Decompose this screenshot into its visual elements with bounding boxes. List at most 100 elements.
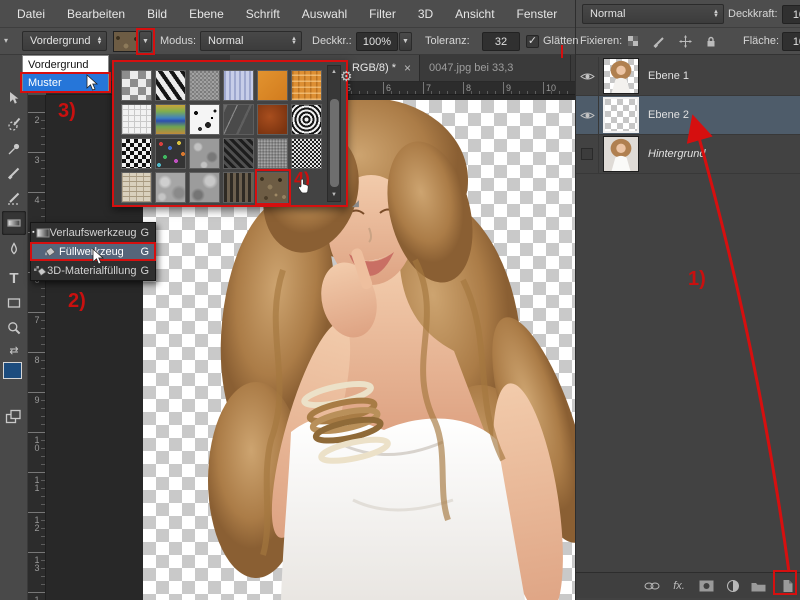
pattern-picker-arrow-button[interactable]: ▼ <box>139 31 152 52</box>
flyout-item-3d-materialfuellung[interactable]: 3D-Materialfüllung G <box>31 261 155 280</box>
layer-name[interactable]: Hintergrund <box>648 148 705 160</box>
menu-bild[interactable]: Bild <box>136 7 178 21</box>
scroll-down-icon[interactable]: ▼ <box>329 192 339 198</box>
scroll-thumb[interactable] <box>330 99 339 187</box>
layer-thumbnail[interactable] <box>603 58 639 94</box>
adjustment-layer-icon[interactable] <box>723 577 743 595</box>
panel-resize-grip[interactable]: ◢ <box>352 198 359 209</box>
fill-source-select[interactable]: Vordergrund ▲ ▼ <box>22 31 107 51</box>
flyout-item-fuellwerkzeug[interactable]: Füllwerkzeug G <box>30 242 156 261</box>
deckkr-value[interactable]: 100% <box>356 32 398 51</box>
type-tool[interactable]: T <box>2 266 26 290</box>
foreground-color-swatch[interactable] <box>3 362 22 379</box>
menu-fenster[interactable]: Fenster <box>506 7 569 21</box>
ruler-minor-tick <box>41 320 45 321</box>
layer-row-ebene1[interactable]: Ebene 1 <box>576 56 800 96</box>
link-layers-icon[interactable] <box>642 577 662 595</box>
flaeche-value[interactable]: 100 <box>782 32 800 51</box>
shape-tool[interactable] <box>2 291 26 315</box>
lock-pixels-brush-icon[interactable] <box>650 33 668 49</box>
layer-style-fx-icon[interactable]: fx. <box>669 577 689 595</box>
layer-row-hintergrund[interactable]: Hintergrund <box>576 134 800 174</box>
menu-auswahl[interactable]: Auswahl <box>291 7 358 21</box>
pattern-swatch-gray-blobs[interactable] <box>189 138 220 169</box>
pattern-swatch-rust[interactable] <box>257 104 288 135</box>
brush-tool[interactable] <box>2 161 26 185</box>
pattern-preview-thumb[interactable] <box>113 31 137 52</box>
tool-preset-caret[interactable]: ▾ <box>4 36 8 45</box>
layer-name[interactable]: Ebene 2 <box>648 109 689 121</box>
menu-bearbeiten[interactable]: Bearbeiten <box>56 7 136 21</box>
glaetten-checkbox[interactable]: ✓ <box>526 35 539 48</box>
pattern-swatch-brick-text[interactable] <box>121 172 152 203</box>
deckkr-arrow-button[interactable]: ▼ <box>399 32 412 51</box>
gradient-tool[interactable] <box>2 211 26 235</box>
pattern-swatch-clouds[interactable] <box>189 172 220 203</box>
menu-filter[interactable]: Filter <box>358 7 407 21</box>
pattern-swatch-wicker[interactable] <box>223 172 254 203</box>
new-group-folder-icon[interactable] <box>748 577 768 595</box>
ruler-minor-tick <box>41 480 45 481</box>
pattern-swatch-clouds-light[interactable] <box>155 172 186 203</box>
modus-select[interactable]: Normal ▲ ▼ <box>200 31 302 51</box>
zoom-tool[interactable] <box>2 316 26 340</box>
layer-thumbnail[interactable] <box>603 97 639 133</box>
layer-row-ebene2[interactable]: Ebene 2 <box>576 95 800 135</box>
dropdown-item-muster[interactable]: Muster <box>23 74 108 92</box>
pattern-swatch-orange[interactable] <box>257 70 288 101</box>
dropdown-item-vordergrund[interactable]: Vordergrund <box>23 56 108 74</box>
menu-ebene[interactable]: Ebene <box>178 7 235 21</box>
pattern-swatch-dense-speckle[interactable] <box>257 138 288 169</box>
pattern-swatch-orange-waffle[interactable] <box>291 70 322 101</box>
pattern-swatch-embossed-squares[interactable] <box>121 70 152 101</box>
ruler-minor-tick <box>399 91 400 94</box>
layer-name[interactable]: Ebene 1 <box>648 70 689 82</box>
deckkraft-value[interactable]: 100 <box>782 5 800 24</box>
lock-transparency-icon[interactable] <box>624 33 642 49</box>
lock-all-padlock-icon[interactable] <box>702 33 720 49</box>
layer-mask-icon[interactable] <box>696 577 716 595</box>
new-layer-icon[interactable] <box>777 577 797 595</box>
scroll-up-icon[interactable]: ▲ <box>329 69 339 75</box>
pattern-scrollbar[interactable]: ▲ ▼ <box>327 65 341 202</box>
gear-icon[interactable]: ⚙ <box>340 68 353 85</box>
tab-close-icon[interactable]: × <box>404 61 411 75</box>
background-color-swatch[interactable] <box>2 405 26 429</box>
ruler-minor-tick <box>41 528 45 529</box>
ruler-tick <box>28 552 45 553</box>
updown-arrows-icon: ▲ ▼ <box>291 36 297 46</box>
pattern-swatch-dark-knit[interactable] <box>223 138 254 169</box>
quick-selection-tool[interactable] <box>2 112 26 136</box>
pattern-swatch-optical-check[interactable] <box>121 138 152 169</box>
lock-position-move-icon[interactable] <box>676 33 694 49</box>
pattern-swatch-white-grid[interactable] <box>121 104 152 135</box>
blur-tool[interactable] <box>2 237 26 261</box>
visibility-eye-icon[interactable] <box>576 56 599 96</box>
menu-schrift[interactable]: Schrift <box>235 7 291 21</box>
pattern-swatch-confetti[interactable] <box>155 138 186 169</box>
pattern-swatch-rainbow-blur[interactable] <box>155 104 186 135</box>
swap-colors-icon[interactable]: ⇄ <box>2 343 26 357</box>
pattern-swatch-dark-marble[interactable] <box>223 104 254 135</box>
tab-inactive-document[interactable]: 0047.jpg bei 33,3 <box>421 55 571 81</box>
visibility-eye-icon[interactable] <box>576 95 599 135</box>
menu-ansicht[interactable]: Ansicht <box>444 7 505 21</box>
pattern-swatch-noise[interactable] <box>189 70 220 101</box>
menu-3d[interactable]: 3D <box>407 7 444 21</box>
pattern-swatch-concentric-squares[interactable] <box>291 104 322 135</box>
toleranz-input[interactable]: 32 <box>482 32 520 51</box>
eyedropper-tool[interactable] <box>2 137 26 161</box>
blend-mode-select[interactable]: Normal ▲ ▼ <box>582 4 724 24</box>
flyout-item-verlaufswerkzeug[interactable]: ▪ Verlaufswerkzeug G <box>31 223 155 242</box>
pattern-swatch-ink-splatter[interactable] <box>189 104 220 135</box>
pattern-swatch-micro-check[interactable] <box>291 138 322 169</box>
menu-datei[interactable]: Datei <box>6 7 56 21</box>
ruler-minor-tick <box>447 91 448 94</box>
visibility-checkbox-empty[interactable] <box>576 134 599 174</box>
pattern-swatch-blue-weave[interactable] <box>223 70 254 101</box>
stamp-tool[interactable] <box>2 186 26 210</box>
layer-thumbnail[interactable] <box>603 136 639 172</box>
pattern-swatch-zebra[interactable] <box>155 70 186 101</box>
pattern-swatch-gravel[interactable] <box>257 172 288 203</box>
ruler-minor-tick <box>471 91 472 94</box>
